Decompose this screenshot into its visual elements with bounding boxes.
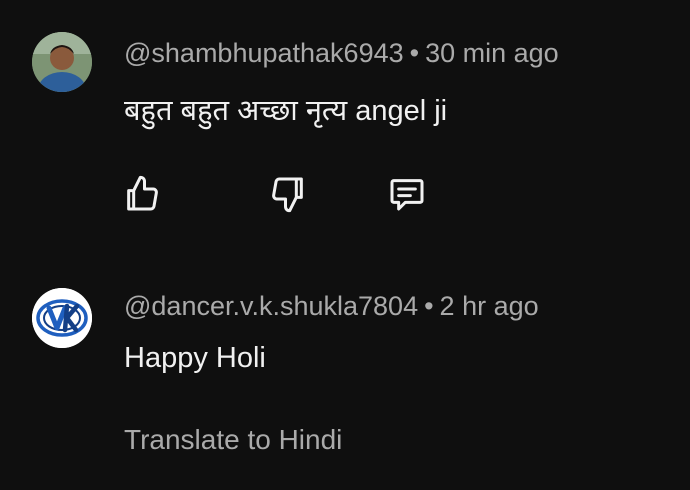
comment-time: 30 min ago [425, 38, 559, 68]
separator-dot: • [424, 291, 434, 321]
comment-meta: @dancer.v.k.shukla7804 • 2 hr ago [124, 291, 539, 322]
author-handle[interactable]: @dancer.v.k.shukla7804 [124, 291, 418, 321]
comment-text: Happy Holi [124, 342, 266, 374]
separator-dot: • [409, 38, 420, 68]
like-button[interactable] [120, 172, 164, 216]
comment-time: 2 hr ago [439, 291, 539, 321]
reply-comment-icon [390, 179, 424, 211]
avatar[interactable] [32, 32, 92, 92]
user-photo-avatar-icon [32, 32, 92, 92]
dislike-button[interactable] [266, 172, 310, 216]
vk-logo-avatar-icon [32, 288, 92, 348]
avatar[interactable] [32, 288, 92, 348]
reply-button[interactable] [385, 172, 429, 216]
comments-section: @shambhupathak6943 • 30 min ago बहुत बहुत … [0, 0, 690, 490]
translate-link[interactable]: Translate to Hindi [124, 424, 342, 456]
thumbs-down-icon [272, 177, 303, 213]
thumbs-up-icon [127, 175, 158, 211]
comment-text: बहुत बहुत अच्छा नृत्य angel ji [124, 95, 448, 127]
author-handle[interactable]: @shambhupathak6943 [124, 38, 404, 68]
comment-meta: @shambhupathak6943 • 30 min ago [124, 38, 559, 69]
